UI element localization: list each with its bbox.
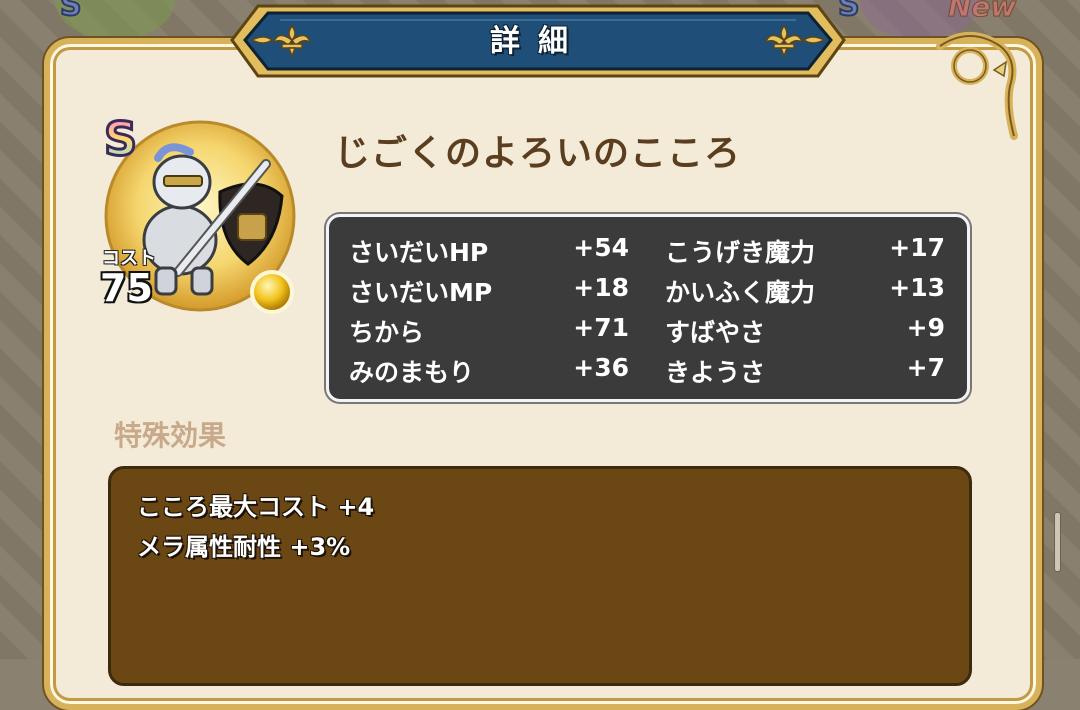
stat-name: ちから [349, 318, 425, 347]
stat-row: さいだいHP +54 こうげき魔力 +17 [329, 233, 967, 273]
stat-row: ちから +71 すばやさ +9 [329, 313, 967, 353]
stat-name: さいだいMP [349, 278, 493, 307]
stat-name: かいふく魔力 [665, 278, 816, 307]
effects-heading: 特殊効果 [114, 419, 227, 452]
stat-row: さいだいMP +18 かいふく魔力 +13 [329, 273, 967, 313]
stat-value: +13 [889, 273, 945, 302]
effects-box: こころ最大コスト +4 メラ属性耐性 +3% [108, 466, 972, 686]
item-name: じごくのよろいのこころ [334, 133, 742, 174]
stat-name: みのまもり [349, 358, 475, 387]
effect-line: メラ属性耐性 +3% [137, 533, 351, 561]
cost-value: 75 [100, 266, 153, 310]
title-banner: 詳細 [228, 0, 848, 80]
new-badge: New [947, 0, 1017, 24]
stat-value: +18 [573, 273, 629, 302]
stat-row: みのまもり +36 きようさ +7 [329, 353, 967, 393]
stat-value: +36 [573, 353, 629, 382]
corner-ornament-icon [936, 32, 1018, 140]
stat-name: すばやさ [665, 318, 766, 347]
effect-line: こころ最大コスト +4 [137, 493, 375, 521]
stat-name: こうげき魔力 [665, 238, 816, 267]
rank-badge: S [102, 111, 138, 168]
stat-name: さいだいHP [349, 238, 489, 267]
page-title: 詳細 [490, 24, 586, 59]
stat-value: +9 [906, 313, 945, 342]
stats-box: さいだいHP +54 こうげき魔力 +17 さいだいMP +18 かいふく魔力 … [326, 214, 970, 402]
background-rank-s-left: S [59, 0, 83, 24]
stat-value: +54 [573, 233, 629, 262]
stat-value: +71 [573, 313, 629, 342]
scrollbar[interactable] [1054, 512, 1061, 572]
stat-name: きようさ [665, 358, 766, 387]
stat-value: +7 [906, 353, 945, 382]
stat-value: +17 [889, 233, 945, 262]
